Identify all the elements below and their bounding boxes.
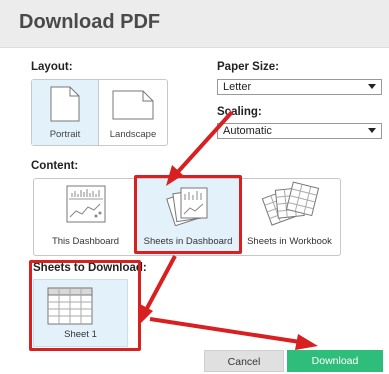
annotation-arrow bbox=[138, 255, 177, 326]
annotation-arrow bbox=[149, 317, 318, 350]
annotation-arrow bbox=[166, 110, 234, 186]
annotation-arrows bbox=[138, 110, 318, 350]
